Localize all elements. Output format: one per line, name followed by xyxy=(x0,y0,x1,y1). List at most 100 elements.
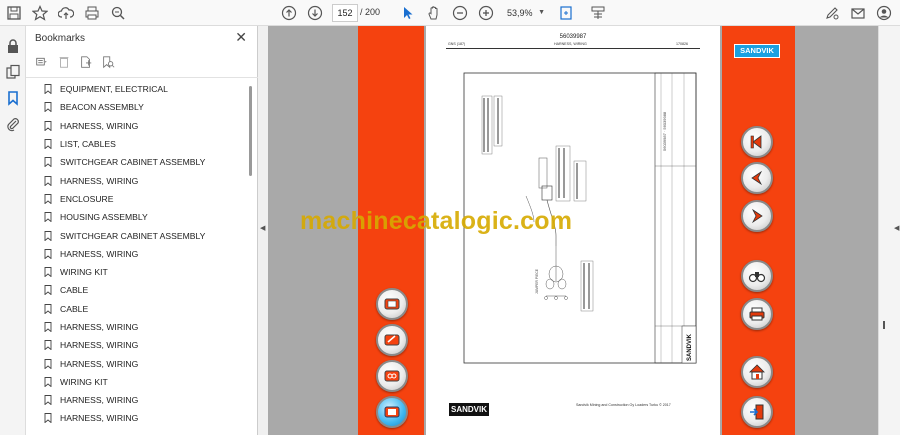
previous-page-button[interactable] xyxy=(741,162,773,194)
right-nav-strip: SANDVIK xyxy=(722,26,795,435)
bookmark-label: BEACON ASSEMBLY xyxy=(60,102,144,113)
bookmark-item[interactable]: WIRING KIT xyxy=(26,373,248,391)
bookmark-item[interactable]: CABLE xyxy=(26,281,248,299)
close-icon[interactable]: ✕ xyxy=(235,29,247,46)
delete-bookmark-icon[interactable] xyxy=(56,54,72,70)
splitter-grip[interactable] xyxy=(883,321,885,329)
bookmark-icon xyxy=(44,193,52,204)
zoom-out-icon[interactable] xyxy=(450,3,470,23)
lock-icon[interactable] xyxy=(5,38,21,54)
sandvik-badge: SANDVIK xyxy=(734,44,780,58)
exit-icon xyxy=(750,404,764,420)
sandvik-footer-logo: SANDVIK xyxy=(449,403,489,416)
bookmark-item[interactable]: HARNESS, WIRING xyxy=(26,318,248,336)
bookmark-icon xyxy=(44,376,52,387)
zoom-level-select[interactable]: 53,9% ▼ xyxy=(503,4,547,22)
bookmarks-panel: Bookmarks ✕ EQUIPMENT, ELECTRICAL BEACON … xyxy=(26,26,258,435)
bookmark-icon xyxy=(44,285,52,296)
fit-page-icon[interactable] xyxy=(556,3,576,23)
zoom-search-icon[interactable] xyxy=(108,3,128,23)
document-link-icon-button[interactable] xyxy=(376,360,408,392)
bookmark-icon xyxy=(44,413,52,424)
first-page-button[interactable] xyxy=(741,126,773,158)
bookmark-star-icon[interactable] xyxy=(30,3,50,23)
cloud-upload-icon[interactable] xyxy=(56,3,76,23)
bookmark-icon xyxy=(44,212,52,223)
bookmark-panel-icon[interactable] xyxy=(5,90,21,106)
document-active-icon-button[interactable] xyxy=(376,396,408,428)
bookmark-item[interactable]: ENCLOSURE xyxy=(26,190,248,208)
bookmark-item[interactable]: HARNESS, WIRING xyxy=(26,171,248,189)
chevron-left-icon: ◀ xyxy=(894,225,900,232)
left-nav-rail xyxy=(0,26,26,435)
svg-text:SANDVIK: SANDVIK xyxy=(687,333,693,361)
bookmark-icon xyxy=(44,267,52,278)
scrollbar[interactable] xyxy=(249,86,252,176)
home-button[interactable] xyxy=(741,356,773,388)
bookmark-item[interactable]: EQUIPMENT, ELECTRICAL xyxy=(26,80,248,98)
save-icon[interactable] xyxy=(4,3,24,23)
page-down-icon[interactable] xyxy=(305,3,325,23)
home-icon xyxy=(749,364,765,380)
right-panel-handle[interactable]: ◀ xyxy=(878,26,900,435)
bookmark-item[interactable]: HARNESS, WIRING xyxy=(26,336,248,354)
new-bookmark-icon[interactable] xyxy=(78,54,94,70)
page-scroll-icon[interactable] xyxy=(588,3,608,23)
find-bookmark-icon[interactable] xyxy=(100,54,116,70)
edit-sign-icon[interactable] xyxy=(822,3,842,23)
bookmark-icon xyxy=(44,230,52,241)
document-edit-icon-button[interactable] xyxy=(376,324,408,356)
search-button[interactable] xyxy=(741,260,773,292)
pages-copy-icon[interactable] xyxy=(5,64,21,80)
select-cursor-icon[interactable] xyxy=(398,3,418,23)
bookmark-item[interactable]: SWITCHGEAR CABINET ASSEMBLY xyxy=(26,153,248,171)
bookmark-item[interactable]: HARNESS, WIRING xyxy=(26,117,248,135)
page-number-input[interactable]: 152 xyxy=(332,4,358,22)
attachment-icon[interactable] xyxy=(5,116,21,132)
bookmark-list: EQUIPMENT, ELECTRICAL BEACON ASSEMBLY HARN… xyxy=(26,80,248,428)
bookmark-item[interactable]: HARNESS, WIRING xyxy=(26,245,248,263)
bookmark-item[interactable]: HARNESS, WIRING xyxy=(26,391,248,409)
print-icon xyxy=(749,307,765,321)
next-page-icon xyxy=(751,208,763,224)
bookmark-item[interactable]: BEACON ASSEMBLY xyxy=(26,98,248,116)
bookmark-item[interactable]: HOUSING ASSEMBLY xyxy=(26,208,248,226)
previous-page-icon xyxy=(751,170,763,186)
exit-button[interactable] xyxy=(741,396,773,428)
bookmark-label: HARNESS, WIRING xyxy=(60,340,139,351)
bookmark-icon xyxy=(44,248,52,259)
mail-icon[interactable] xyxy=(848,3,868,23)
zoom-in-icon[interactable] xyxy=(476,3,496,23)
bookmark-icon xyxy=(44,175,52,186)
zoom-level-value: 53,9% xyxy=(507,8,533,18)
bookmark-item[interactable]: CABLE xyxy=(26,300,248,318)
doc-footer: Sandvik Mining and Construction Oy Loade… xyxy=(576,403,671,407)
bookmark-label: HARNESS, WIRING xyxy=(60,248,139,259)
bookmark-label: HARNESS, WIRING xyxy=(60,120,139,131)
watermark-text: machinecatalogic.com xyxy=(300,207,573,235)
document-icon-button[interactable] xyxy=(376,288,408,320)
bookmarks-toolbar xyxy=(34,53,116,71)
bookmark-item[interactable]: LIST, CABLES xyxy=(26,135,248,153)
next-page-button[interactable] xyxy=(741,200,773,232)
collapse-panel-handle[interactable]: ◀ xyxy=(258,26,268,435)
bookmark-icon xyxy=(44,120,52,131)
binoculars-icon xyxy=(748,272,766,283)
bookmark-label: CABLE xyxy=(60,285,89,296)
page-up-icon[interactable] xyxy=(279,3,299,23)
hand-tool-icon[interactable] xyxy=(424,3,444,23)
print-button[interactable] xyxy=(741,298,773,330)
first-page-icon xyxy=(750,135,762,149)
bookmark-icon xyxy=(44,157,52,168)
bookmark-icon xyxy=(44,303,52,314)
account-icon[interactable] xyxy=(874,3,894,23)
bookmark-item[interactable]: SWITCHGEAR CABINET ASSEMBLY xyxy=(26,226,248,244)
print-icon[interactable] xyxy=(82,3,102,23)
bookmark-options-icon[interactable] xyxy=(34,54,50,70)
bookmark-icon xyxy=(44,322,52,332)
bookmark-item[interactable]: HARNESS, WIRING xyxy=(26,409,248,427)
bookmark-item[interactable]: HARNESS, WIRING xyxy=(26,354,248,372)
bookmark-icon xyxy=(44,358,52,369)
bookmark-icon xyxy=(44,139,52,150)
bookmark-item[interactable]: WIRING KIT xyxy=(26,263,248,281)
